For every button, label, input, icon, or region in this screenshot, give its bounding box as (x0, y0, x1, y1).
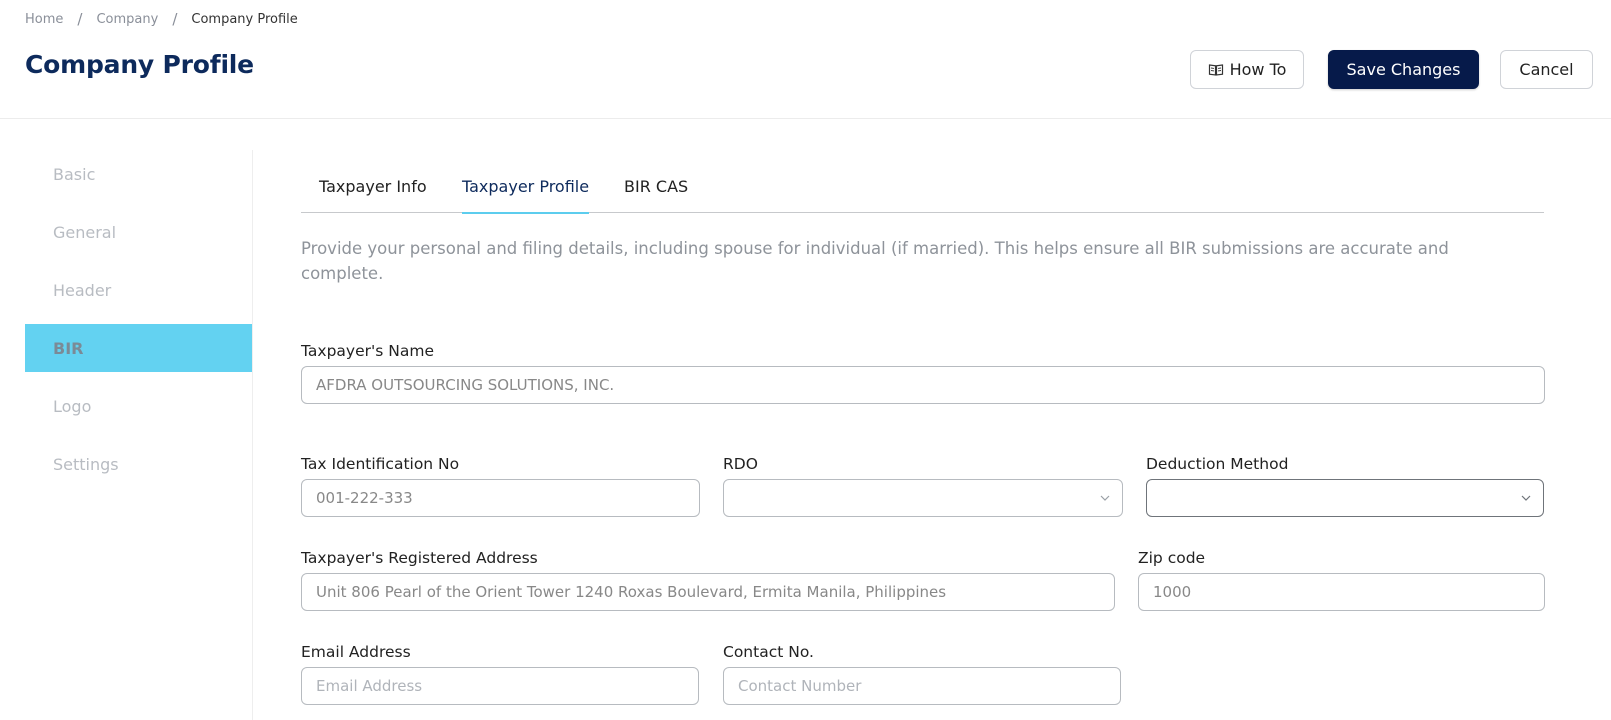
email-input[interactable] (301, 667, 699, 705)
cancel-button[interactable]: Cancel (1500, 50, 1593, 89)
breadcrumb-company[interactable]: Company (96, 12, 158, 27)
tab-taxpayer-info[interactable]: Taxpayer Info (319, 160, 427, 213)
chevron-down-icon (1100, 495, 1110, 501)
contact-number-input[interactable] (723, 667, 1121, 705)
tab-taxpayer-profile[interactable]: Taxpayer Profile (462, 160, 590, 214)
deduction-method-select[interactable] (1146, 479, 1544, 517)
sidebar-item-general[interactable]: General (25, 208, 252, 256)
sidebar-item-settings[interactable]: Settings (25, 440, 252, 488)
page-title: Company Profile (25, 50, 254, 79)
deduction-method-label: Deduction Method (1146, 455, 1289, 473)
sidebar-item-logo[interactable]: Logo (25, 382, 252, 430)
breadcrumb-separator: / (77, 10, 83, 28)
book-icon (1208, 63, 1223, 76)
taxpayer-name-label: Taxpayer's Name (301, 342, 434, 360)
breadcrumb-current: Company Profile (191, 11, 298, 27)
email-label: Email Address (301, 643, 411, 661)
chevron-down-icon (1521, 495, 1531, 501)
how-to-button[interactable]: How To (1190, 50, 1304, 89)
tab-bir-cas[interactable]: BIR CAS (624, 160, 688, 213)
tin-input[interactable] (301, 479, 700, 517)
zip-code-input[interactable] (1138, 573, 1545, 611)
header-divider (0, 118, 1611, 119)
breadcrumb-home[interactable]: Home (25, 12, 63, 27)
tab-bar: Taxpayer Info Taxpayer Profile BIR CAS (301, 160, 1544, 214)
breadcrumb: Home / Company / Company Profile (25, 10, 298, 28)
sidebar-item-header[interactable]: Header (25, 266, 252, 314)
zip-code-label: Zip code (1138, 549, 1206, 567)
section-description: Provide your personal and filing details… (301, 239, 1449, 283)
how-to-label: How To (1229, 60, 1287, 79)
rdo-label: RDO (723, 455, 758, 473)
taxpayer-name-input[interactable] (301, 366, 1545, 404)
rdo-select[interactable] (723, 479, 1123, 517)
sidebar-item-basic[interactable]: Basic (25, 150, 252, 198)
address-input[interactable] (301, 573, 1115, 611)
breadcrumb-separator: / (172, 10, 178, 28)
sidebar: Basic General Header BIR Logo Settings (25, 150, 253, 720)
contact-label: Contact No. (723, 643, 814, 661)
sidebar-item-bir[interactable]: BIR (25, 324, 252, 372)
tin-label: Tax Identification No (301, 455, 460, 473)
address-label: Taxpayer's Registered Address (301, 549, 538, 567)
save-changes-button[interactable]: Save Changes (1328, 50, 1479, 89)
